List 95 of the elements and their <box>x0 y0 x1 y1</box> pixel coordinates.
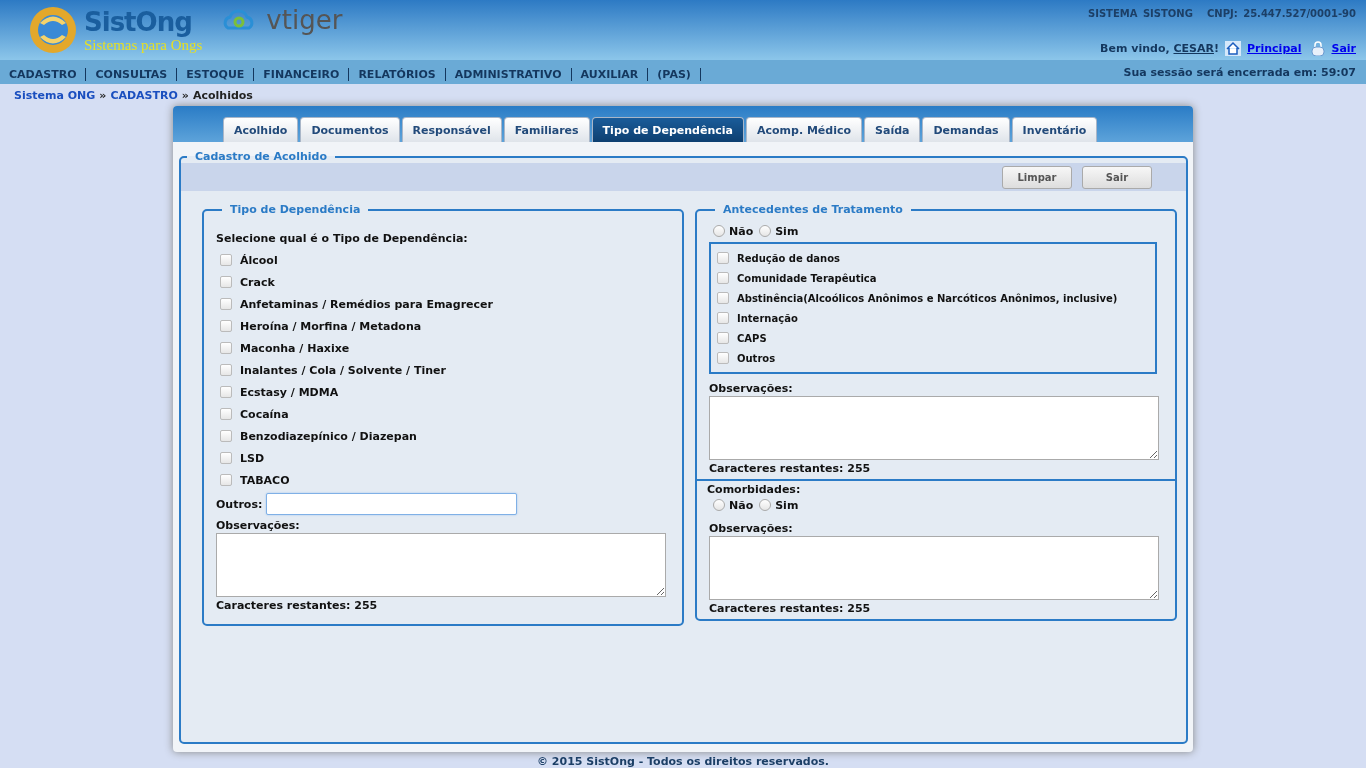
checkbox[interactable] <box>220 364 232 376</box>
menu-item[interactable]: CONSULTAS <box>86 67 178 81</box>
panel-legend: Tipo de Dependência <box>222 203 369 216</box>
char-counter: Caracteres restantes: 255 <box>709 602 872 615</box>
home-icon <box>1225 41 1241 56</box>
checkbox-option[interactable]: Heroína / Morfina / Metadona <box>216 315 670 337</box>
checkbox-option[interactable]: TABACO <box>216 469 670 491</box>
tab[interactable]: Responsável <box>401 117 502 142</box>
tab[interactable]: Saída <box>864 117 921 142</box>
footer-text: © 2015 SistOng - Todos os direitos reservados. <box>536 755 830 768</box>
radio-button[interactable] <box>713 225 725 237</box>
checkbox-option[interactable]: Inalantes / Cola / Solvente / Tiner <box>216 359 670 381</box>
menu-item[interactable]: FINANCEIRO <box>254 67 350 81</box>
panel-legend: Antecedentes de Tratamento <box>715 203 911 216</box>
home-link[interactable]: Principal <box>1247 42 1302 55</box>
welcome-text: Bem vindo, CESAR! <box>1100 42 1219 55</box>
panel-legend: Cadastro de Acolhido <box>187 150 335 163</box>
logo-subtitle: Sistemas para Ongs <box>84 36 203 54</box>
system-name: SISTEMA SISTONG <box>1087 8 1193 19</box>
checkbox-option[interactable]: LSD <box>216 447 670 469</box>
checkbox-option[interactable]: Crack <box>216 271 670 293</box>
checkbox-option[interactable]: Anfetaminas / Remédios para Emagrecer <box>216 293 670 315</box>
cnpj-text: CNPJ: 25.447.527/0001-90 <box>1206 8 1356 19</box>
checkbox-option[interactable]: Maconha / Haxixe <box>216 337 670 359</box>
other-input-field[interactable] <box>266 493 518 515</box>
clear-button[interactable]: Limpar <box>1002 166 1072 189</box>
menu-item[interactable]: (PAS) <box>648 67 701 81</box>
checkbox[interactable] <box>220 474 232 486</box>
menu-item[interactable]: ESTOQUE <box>177 67 255 81</box>
tab[interactable]: Acomp. Médico <box>745 117 863 142</box>
breadcrumb-link[interactable]: CADASTRO <box>110 88 178 102</box>
checkbox[interactable] <box>220 254 232 266</box>
checkbox[interactable] <box>220 276 232 288</box>
tab[interactable]: Familiares <box>503 117 590 142</box>
checkbox[interactable] <box>220 452 232 464</box>
notes-field[interactable] <box>709 396 1159 460</box>
checkbox[interactable] <box>717 272 729 284</box>
checkbox[interactable] <box>220 430 232 442</box>
notes-field[interactable] <box>709 536 1159 600</box>
radio-button[interactable] <box>759 499 772 511</box>
checkbox[interactable] <box>220 320 232 332</box>
radio-button[interactable] <box>759 225 772 237</box>
char-counter: Caracteres restantes: 255 <box>709 462 872 475</box>
checkbox-option[interactable]: Outros <box>713 348 1151 368</box>
checkbox-option[interactable]: Redução de danos <box>713 248 1151 268</box>
prompt-text: Selecione qual é o Tipo de Dependência: <box>216 232 469 245</box>
comorbidities-label: Comorbidades: <box>707 483 802 496</box>
checkbox[interactable] <box>717 312 729 324</box>
session-timer: Sua sessão será encerrada em: 59:07 <box>1123 65 1356 79</box>
notes-field[interactable] <box>216 533 666 597</box>
notes-label: Observações: <box>709 382 794 395</box>
partner-logo: vtiger <box>266 5 343 35</box>
checkbox[interactable] <box>717 292 729 304</box>
menu-item[interactable]: AUXILIAR <box>571 67 649 81</box>
tab[interactable]: Documentos <box>300 117 400 142</box>
checkbox[interactable] <box>717 332 729 344</box>
tab[interactable]: Inventário <box>1011 117 1098 142</box>
notes-label: Observações: <box>709 522 794 535</box>
checkbox-option[interactable]: Comunidade Terapêutica <box>713 268 1151 288</box>
radio-option[interactable]: Sim <box>759 222 799 240</box>
checkbox[interactable] <box>717 252 729 264</box>
checkbox[interactable] <box>717 352 729 364</box>
radio-option[interactable]: Sim <box>759 496 799 514</box>
checkbox-option[interactable]: Ecstasy / MDMA <box>216 381 670 403</box>
menu-item[interactable]: ADMINISTRATIVO <box>445 67 572 81</box>
checkbox-option[interactable]: CAPS <box>713 328 1151 348</box>
radio-button[interactable] <box>713 499 725 511</box>
logout-link[interactable]: Sair <box>1331 42 1356 55</box>
radio-option[interactable]: Não <box>713 222 754 240</box>
exit-button[interactable]: Sair <box>1082 166 1152 189</box>
checkbox-option[interactable]: Abstinência(Alcoólicos Anônimos e Narcóticos Anônimos, inclusive) <box>713 288 1151 308</box>
checkbox-option[interactable]: Cocaína <box>216 403 670 425</box>
checkbox[interactable] <box>220 342 232 354</box>
checkbox[interactable] <box>220 386 232 398</box>
checkbox-option[interactable]: Álcool <box>216 249 670 271</box>
checkbox-option[interactable]: Benzodiazepínico / Diazepan <box>216 425 670 447</box>
tab[interactable]: Tipo de Dependência <box>591 117 744 142</box>
breadcrumb-separator: » <box>181 88 189 102</box>
breadcrumb-separator: » <box>99 88 107 102</box>
menu-item[interactable]: CADASTRO <box>0 67 87 81</box>
checkbox[interactable] <box>220 298 232 310</box>
logo-icon <box>28 5 78 55</box>
tab[interactable]: Acolhido <box>223 117 299 142</box>
checkbox-option[interactable]: Internação <box>713 308 1151 328</box>
lock-icon <box>1311 41 1326 56</box>
menu-item[interactable]: RELATÓRIOS <box>349 67 446 81</box>
checkbox[interactable] <box>220 408 232 420</box>
breadcrumb-link[interactable]: Sistema ONG <box>14 88 96 102</box>
notes-label: Observações: <box>216 519 301 532</box>
char-counter: Caracteres restantes: 255 <box>216 599 379 612</box>
other-label: Outros: <box>216 497 263 511</box>
logo-title: SistOng <box>84 6 193 37</box>
tab[interactable]: Demandas <box>922 117 1010 142</box>
breadcrumb-text: Acolhidos <box>192 88 253 102</box>
radio-option[interactable]: Não <box>713 496 754 514</box>
